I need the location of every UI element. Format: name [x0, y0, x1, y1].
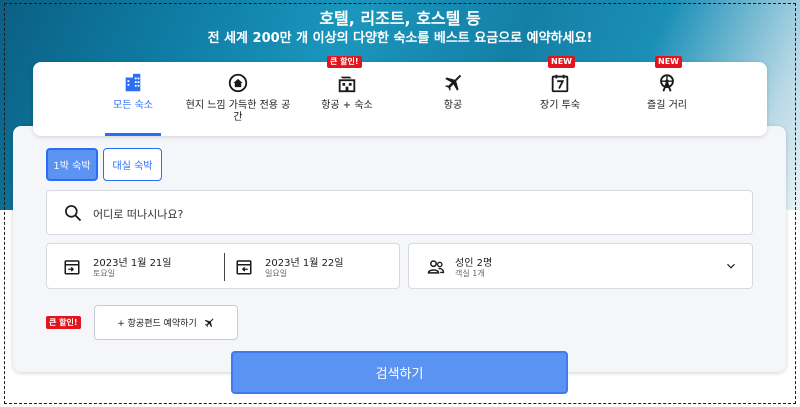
chevron-down-icon	[727, 263, 735, 269]
ferris-wheel-icon	[660, 74, 674, 92]
calendar-checkout-icon	[236, 260, 252, 275]
adults-count: 성인 2명	[455, 258, 493, 269]
checkout-day: 일요일	[265, 269, 288, 278]
tab-label: 즐길 거리	[647, 100, 687, 111]
tab-label: 모든 숙소	[113, 100, 153, 111]
flight-hotel-icon	[338, 76, 356, 93]
new-badge: NEW	[655, 56, 682, 68]
search-button[interactable]: 검색하기	[231, 351, 568, 394]
new-badge: NEW	[548, 56, 575, 68]
active-tab-indicator	[105, 133, 161, 136]
search-icon	[65, 205, 82, 222]
hero-subtitle: 전 세계 200만 개 이상의 다양한 숙소를 베스트 요금으로 예약하세요!	[207, 31, 593, 46]
search-placeholder: 어디로 떠나시나요?	[93, 208, 184, 221]
discount-badge: 큰 할인!	[46, 316, 81, 329]
tab-label: 항공 + 숙소	[321, 100, 373, 111]
tab-all-accommodations[interactable]: 모든 숙소	[105, 62, 161, 136]
tab-activities[interactable]: NEW 즐길 거리	[639, 56, 695, 136]
tab-flights[interactable]: 항공	[431, 62, 475, 136]
calendar-seven-icon	[551, 74, 569, 93]
guests-selector[interactable]: 성인 2명 객실 1개	[408, 243, 753, 289]
add-flight-button[interactable]: + 항공편드 예약하기	[94, 305, 238, 340]
tab-label: 현지 느낌 가득한 전용 공간	[185, 100, 291, 123]
airplane-icon	[204, 318, 214, 327]
day-use-stay-button[interactable]: 대실 숙박	[103, 148, 162, 181]
checkout-date: 2023년 1월 22일	[265, 258, 344, 269]
people-icon	[427, 260, 445, 274]
overnight-stay-button[interactable]: 1박 숙박	[46, 148, 98, 181]
checkin-date: 2023년 1월 21일	[93, 258, 172, 269]
checkin-day: 토요일	[93, 269, 116, 278]
date-picker: 2023년 1월 21일 토요일 2023년 1월 22일 일요일	[46, 243, 400, 289]
tab-label: 항공	[443, 100, 463, 111]
checkin-date-field[interactable]: 2023년 1월 21일 토요일	[47, 244, 223, 290]
destination-search-input[interactable]: 어디로 떠나시나요?	[46, 190, 753, 235]
building-icon	[125, 73, 141, 92]
tab-label: 장기 투숙	[540, 100, 580, 111]
rooms-count: 객실 1개	[455, 269, 485, 278]
hero-title: 호텔, 리조트, 호스텔 등	[319, 9, 481, 28]
discount-badge: 큰 할인!	[327, 56, 362, 68]
calendar-checkin-icon	[64, 260, 80, 275]
tab-long-stays[interactable]: NEW 장기 투숙	[531, 56, 589, 136]
category-tabs: 모든 숙소 현지 느낌 가득한 전용 공간 큰 할인! 항공 + 숙소 항공 N…	[33, 56, 767, 136]
airplane-icon	[445, 74, 462, 91]
add-flight-label: + 항공편드 예약하기	[117, 319, 197, 329]
tab-flight-hotel[interactable]: 큰 할인! 항공 + 숙소	[313, 56, 381, 136]
home-icon	[228, 73, 248, 93]
tab-local-homes[interactable]: 현지 느낌 가득한 전용 공간	[183, 62, 293, 136]
checkout-date-field[interactable]: 2023년 1월 22일 일요일	[225, 244, 400, 290]
